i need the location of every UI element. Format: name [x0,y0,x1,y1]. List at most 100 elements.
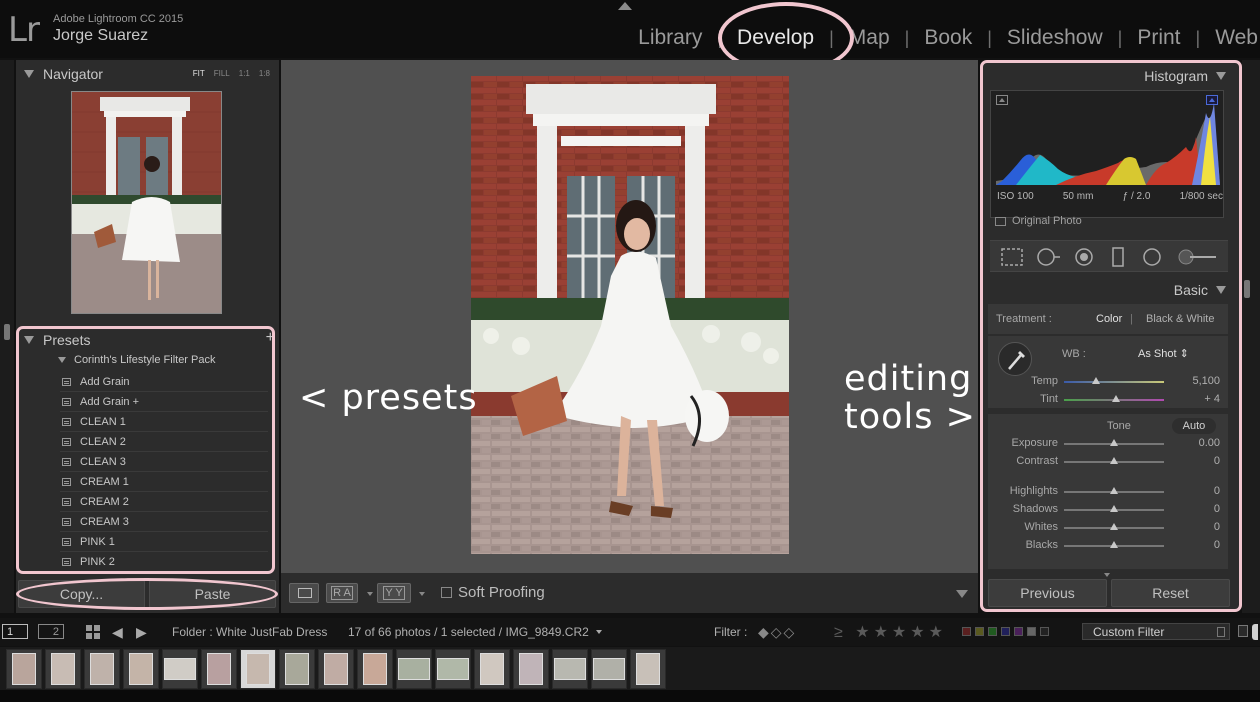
filmstrip-toolbar: 1 2 ◀ ▶ Folder : White JustFab Dress 17 … [0,618,1260,646]
main-window-button[interactable]: 1 [2,624,28,639]
filters-off-toggle[interactable] [1238,625,1248,637]
photo-count-label[interactable]: 17 of 66 photos / 1 selected / IMG_9849.… [348,625,589,639]
thumbnail-image [129,653,153,685]
navigator-title: Navigator [43,66,103,82]
thumbnail-image [207,653,231,685]
back-arrow-icon[interactable]: ◀ [112,624,123,641]
user-name: Jorge Suarez [53,27,149,44]
right-panel-edge [1242,60,1260,613]
before-after-button[interactable]: R A [326,583,358,603]
thumbnail-image [593,658,625,680]
filmstrip [0,647,1260,690]
photo-view[interactable]: < presets editing tools > R A Y Y Soft P… [281,60,978,613]
left-panel-toggle[interactable] [4,324,10,340]
zoom-fill-option[interactable]: FILL [214,69,230,78]
filmstrip-thumbnail[interactable] [318,649,354,689]
filmstrip-thumbnail[interactable] [591,649,627,689]
bottom-edge [0,690,1260,702]
filmstrip-thumbnail[interactable] [240,649,276,689]
red-label-filter[interactable] [962,627,971,636]
zoom-1-1-option[interactable]: 1:1 [239,69,250,78]
blue-label-filter[interactable] [1001,627,1010,636]
thumbnail-image [12,653,36,685]
purple-label-filter[interactable] [1014,627,1023,636]
filmstrip-thumbnail[interactable] [45,649,81,689]
filmstrip-thumbnail[interactable] [162,649,198,689]
module-slideshow[interactable]: Slideshow [1005,26,1105,50]
split-dropdown-icon[interactable] [419,592,425,596]
rating-filter-stars[interactable]: ≥ ★★★★★ [834,622,947,642]
editing-tools-annotation-box [980,60,1242,612]
filmstrip-thumbnail[interactable] [6,649,42,689]
custom-filter-select[interactable]: Custom Filter [1082,623,1230,640]
zoom-1-8-option[interactable]: 1:8 [259,69,270,78]
filmstrip-thumbnail[interactable] [123,649,159,689]
copy-paste-annotation-circle [16,578,278,610]
before-after-dropdown-icon[interactable] [367,592,373,596]
no-label-filter[interactable] [1040,627,1049,636]
split-view-label: Y Y [383,586,405,600]
module-separator: | [1195,27,1201,48]
center-toolbar: R A Y Y Soft Proofing [281,573,978,613]
thumbnail-image [437,658,469,680]
filmstrip-thumbnail[interactable] [435,649,471,689]
filmstrip-thumbnail[interactable] [513,649,549,689]
grid-view-icon[interactable] [86,625,100,639]
loupe-view-button[interactable] [289,583,319,603]
filmstrip-thumbnail[interactable] [552,649,588,689]
editing-tools-annotation: editing tools > [844,360,976,436]
filmstrip-thumbnail[interactable] [396,649,432,689]
navigator-header[interactable]: Navigator FIT FILL 1:1 1:8 [24,62,274,86]
navigator-zoom-options: FIT FILL 1:1 1:8 [193,69,270,78]
flag-filter-icons[interactable]: ◆◇◇ [758,624,796,641]
before-after-split-button[interactable]: Y Y [377,583,411,603]
navigator-preview[interactable] [71,91,222,314]
presets-annotation: < presets [299,378,478,418]
module-separator: | [1117,27,1123,48]
yellow-label-filter[interactable] [975,627,984,636]
thumbnail-image [363,653,387,685]
thumbnail-image [480,653,504,685]
filmstrip-thumbnail[interactable] [357,649,393,689]
filmstrip-thumbnail[interactable] [279,649,315,689]
thumbnail-image [164,658,196,680]
thumbnail-image [398,658,430,680]
photo-menu-caret-icon[interactable] [596,630,602,634]
main-photo[interactable] [471,76,789,554]
module-web[interactable]: Web [1213,26,1260,50]
editing-annotation-line1: editing [844,359,973,399]
navigator-photo [72,92,221,313]
module-library[interactable]: Library [636,26,704,50]
green-label-filter[interactable] [988,627,997,636]
collapse-top-panel-icon[interactable] [618,2,632,10]
top-bar: Lr Adobe Lightroom CC 2015 Jorge Suarez … [0,0,1260,74]
thumbnail-image [519,653,543,685]
right-panel-toggle[interactable] [1244,280,1250,298]
collapse-triangle-icon[interactable] [24,70,34,78]
forward-arrow-icon[interactable]: ▶ [136,624,147,641]
filmstrip-panel-toggle[interactable] [1252,624,1258,640]
custom-filter-value: Custom Filter [1093,624,1165,639]
editing-annotation-line2: tools > [844,397,976,437]
thumbnail-image [554,658,586,680]
toolbar-options-icon[interactable] [956,590,968,598]
product-name: Adobe Lightroom CC 2015 [53,13,184,25]
filmstrip-thumbnail[interactable] [630,649,666,689]
filmstrip-thumbnail[interactable] [84,649,120,689]
before-after-label: R A [331,586,353,600]
custom-label-filter[interactable] [1027,627,1036,636]
module-print[interactable]: Print [1135,26,1182,50]
module-book[interactable]: Book [922,26,974,50]
thumbnail-image [90,653,114,685]
soft-proofing-label: Soft Proofing [458,584,545,601]
filmstrip-thumbnail[interactable] [201,649,237,689]
filmstrip-thumbnail[interactable] [474,649,510,689]
thumbnail-image [246,653,270,685]
soft-proofing-checkbox[interactable] [441,587,452,598]
source-folder-label[interactable]: Folder : White JustFab Dress [172,625,327,639]
thumbnail-image [285,653,309,685]
thumbnail-image [324,653,348,685]
zoom-fit-option[interactable]: FIT [193,69,205,78]
filter-label: Filter : [714,625,748,639]
secondary-window-button[interactable]: 2 [38,624,64,639]
